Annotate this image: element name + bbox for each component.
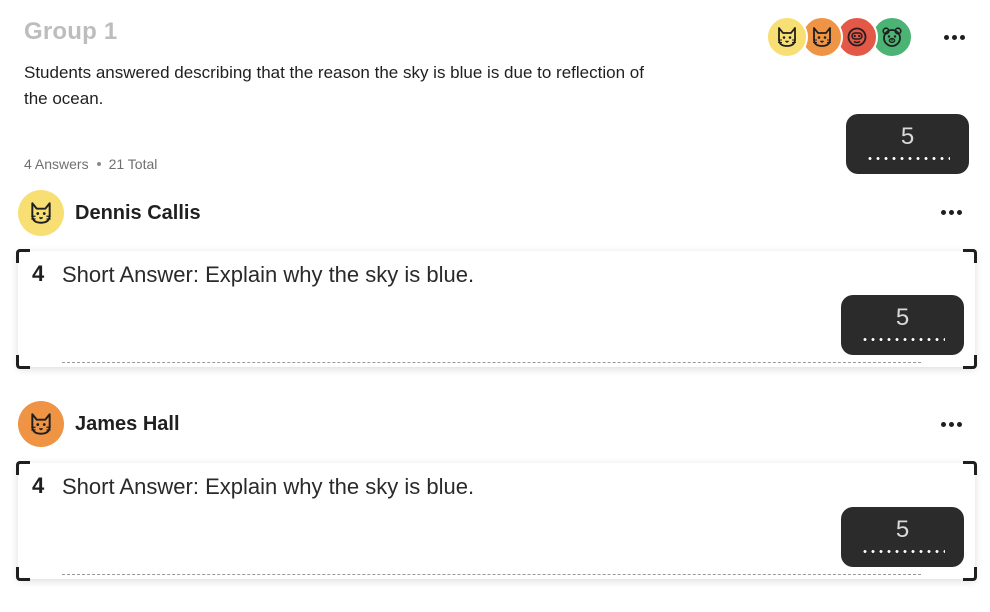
group-score-box[interactable]: 5 (846, 114, 969, 174)
avatar[interactable] (18, 401, 64, 447)
selection-corner (963, 355, 977, 369)
student-row: Dennis Callis (18, 190, 978, 238)
question-text: Short Answer: Explain why the sky is blu… (62, 262, 475, 287)
separator-dot (96, 162, 101, 166)
monkey-face-icon (847, 27, 867, 47)
question-number: 4 (32, 473, 45, 498)
bear-face-icon (882, 27, 902, 47)
student-more-options-icon[interactable] (936, 414, 966, 434)
cat-face-icon (31, 202, 51, 224)
cat-face-icon (778, 27, 796, 47)
cat-face-icon (813, 27, 831, 47)
answers-meta: 4 Answers 21 Total (24, 156, 157, 172)
score-value: 5 (895, 515, 910, 543)
question-number: 4 (32, 261, 45, 286)
cat-face-icon (31, 413, 51, 435)
group-more-options-icon[interactable] (939, 27, 969, 47)
question-card[interactable]: 4 Short Answer: Explain why the sky is b… (16, 461, 977, 581)
selection-corner (16, 249, 30, 263)
avatar[interactable] (18, 190, 64, 236)
student-more-options-icon[interactable] (936, 202, 966, 222)
selection-corner (16, 461, 30, 475)
score-box[interactable]: 5 (841, 295, 964, 355)
selection-corner (963, 567, 977, 581)
group-description: Students answered describing that the re… (24, 63, 644, 108)
group-title: Group 1 (24, 18, 118, 45)
selection-corner (963, 249, 977, 263)
answers-total: 21 Total (108, 156, 158, 172)
score-box[interactable]: 5 (841, 507, 964, 567)
student-row: James Hall (18, 401, 978, 449)
avatar[interactable] (766, 16, 808, 58)
selection-corner (16, 567, 30, 581)
question-card[interactable]: 4 Short Answer: Explain why the sky is b… (16, 249, 977, 369)
score-dots (860, 549, 945, 553)
selection-corner (16, 355, 30, 369)
question-text: Short Answer: Explain why the sky is blu… (62, 474, 475, 499)
answer-line (62, 574, 921, 575)
group-avatars (766, 16, 916, 58)
score-value: 5 (895, 303, 910, 331)
score-dots (865, 156, 950, 160)
student-name: James Hall (75, 413, 180, 435)
answer-line (62, 362, 921, 363)
score-dots (860, 337, 945, 341)
group-score-value: 5 (900, 122, 915, 150)
selection-corner (963, 461, 977, 475)
student-name: Dennis Callis (75, 202, 201, 224)
answers-count: 4 Answers (24, 156, 89, 172)
